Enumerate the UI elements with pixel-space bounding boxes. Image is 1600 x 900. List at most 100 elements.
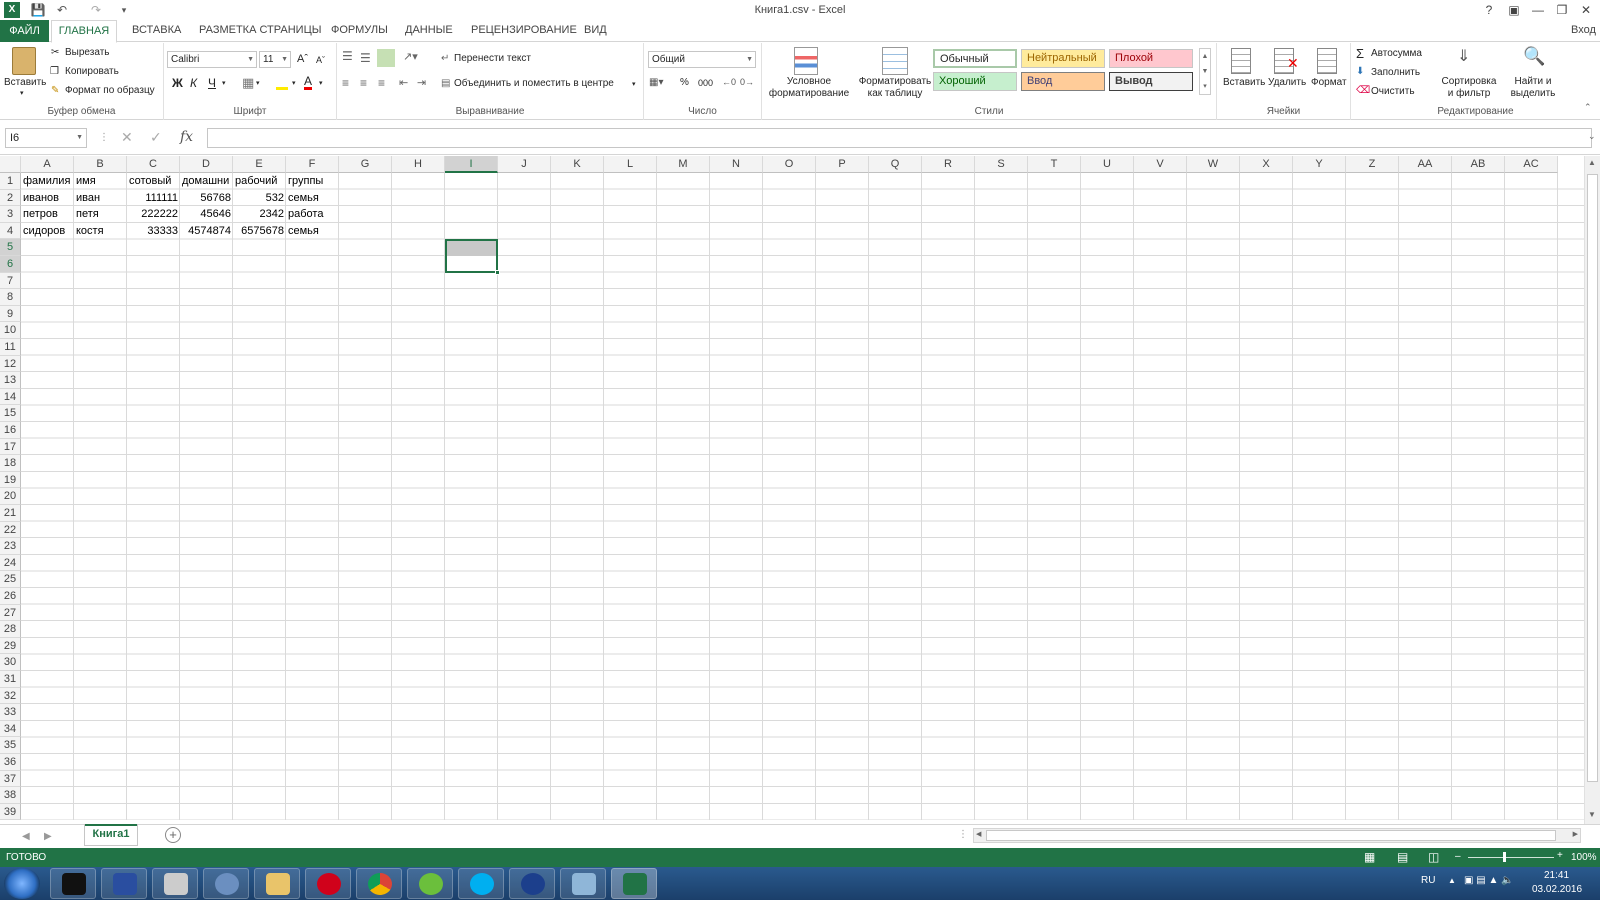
column-header[interactable]: F	[286, 156, 339, 173]
cell-C4[interactable]: 33333	[129, 223, 178, 240]
collapse-ribbon-icon[interactable]: ⌃	[1584, 102, 1592, 113]
row-header[interactable]: 38	[0, 787, 21, 804]
style-good[interactable]: Хороший	[933, 72, 1017, 91]
row-header[interactable]: 27	[0, 604, 21, 622]
cell-F4[interactable]: семья	[288, 223, 337, 240]
cell-B3[interactable]: петя	[76, 206, 125, 223]
merge-center-button[interactable]: Объединить и поместить в центре	[454, 78, 614, 89]
fill-color-icon[interactable]	[276, 78, 288, 90]
column-header[interactable]: Z	[1346, 156, 1399, 173]
format-cells-icon[interactable]	[1317, 48, 1337, 74]
cut-button[interactable]: Вырезать	[65, 47, 109, 58]
cell-F2[interactable]: семья	[288, 190, 337, 207]
row-header[interactable]: 32	[0, 687, 21, 705]
fill-handle[interactable]	[495, 269, 500, 275]
column-header[interactable]: AA	[1399, 156, 1452, 173]
prev-sheet-icon[interactable]: ◀	[22, 831, 30, 842]
start-button[interactable]	[4, 868, 40, 899]
insert-cells-button[interactable]: Вставить	[1223, 77, 1265, 88]
row-header[interactable]: 2	[0, 189, 21, 207]
column-header[interactable]: D	[180, 156, 233, 173]
shrink-font-icon[interactable]: Aˇ	[316, 55, 325, 65]
column-header[interactable]: S	[975, 156, 1028, 173]
taskbar-image-viewer[interactable]	[560, 868, 606, 899]
row-header[interactable]: 23	[0, 538, 21, 555]
cell-C1[interactable]: сотовый	[129, 173, 178, 190]
column-header[interactable]: C	[127, 156, 180, 173]
tab-file[interactable]: ФАЙЛ	[0, 20, 49, 42]
column-header[interactable]: J	[498, 156, 551, 173]
row-header[interactable]: 17	[0, 438, 21, 456]
font-name-combo[interactable]: Calibri ▼	[167, 51, 257, 68]
row-header[interactable]: 33	[0, 704, 21, 721]
tab-home[interactable]: ГЛАВНАЯ	[51, 20, 117, 43]
row-header[interactable]: 3	[0, 206, 21, 223]
cell-F1[interactable]: группы	[288, 173, 337, 190]
show-hidden-icons-icon[interactable]: ▲	[1448, 876, 1456, 885]
orientation-icon[interactable]: ↗▾	[403, 50, 418, 63]
fill-icon[interactable]: ⬇	[1356, 66, 1364, 77]
formula-input[interactable]	[207, 128, 1592, 148]
cell-B1[interactable]: имя	[76, 173, 125, 190]
row-header[interactable]: 20	[0, 488, 21, 505]
taskbar-calculator[interactable]	[152, 868, 198, 899]
cell-D2[interactable]: 56768	[182, 190, 231, 207]
cell-C2[interactable]: 111111	[129, 190, 178, 207]
column-header[interactable]: Q	[869, 156, 922, 173]
row-header[interactable]: 10	[0, 322, 21, 339]
italic-button[interactable]: К	[190, 76, 197, 90]
sheet-splitter-icon[interactable]: ⋮	[958, 829, 968, 840]
column-header[interactable]: L	[604, 156, 657, 173]
column-header[interactable]: O	[763, 156, 816, 173]
taskbar-utorrent[interactable]	[407, 868, 453, 899]
cell-E1[interactable]: рабочий	[235, 173, 284, 190]
styles-gallery-scroll[interactable]: ▲ ▼ ▾	[1199, 48, 1211, 95]
row-header[interactable]: 30	[0, 654, 21, 671]
bold-button[interactable]: Ж	[172, 76, 183, 90]
copy-button[interactable]: Копировать	[65, 66, 119, 77]
cell-A2[interactable]: иванов	[23, 190, 72, 207]
row-header[interactable]: 18	[0, 455, 21, 472]
row-header[interactable]: 8	[0, 289, 21, 306]
close-button[interactable]: ✕	[1575, 2, 1597, 18]
cell-B4[interactable]: костя	[76, 223, 125, 240]
wrap-text-icon[interactable]: ↵	[441, 53, 449, 64]
row-header[interactable]: 7	[0, 272, 21, 290]
cell-E4[interactable]: 6575678	[235, 223, 284, 240]
autosum-button[interactable]: Автосумма	[1371, 48, 1422, 59]
style-bad[interactable]: Плохой	[1109, 49, 1193, 68]
cell-E3[interactable]: 2342	[235, 206, 284, 223]
minimize-button[interactable]: —	[1527, 2, 1549, 18]
name-box[interactable]: I6 ▼	[5, 128, 87, 148]
row-header[interactable]: 36	[0, 754, 21, 771]
row-header[interactable]: 28	[0, 621, 21, 638]
tab-insert[interactable]: ВСТАВКА	[132, 24, 181, 36]
cut-icon[interactable]: ✂	[51, 47, 59, 58]
tab-formulas[interactable]: ФОРМУЛЫ	[331, 24, 388, 36]
horizontal-scrollbar[interactable]: ◀ ▶	[973, 828, 1581, 843]
conditional-formatting-button[interactable]: Условное форматирование	[766, 76, 852, 100]
tab-view[interactable]: ВИД	[584, 24, 607, 36]
find-select-button[interactable]: Найти и выделить	[1503, 76, 1563, 100]
zoom-level[interactable]: 100%	[1571, 852, 1597, 863]
cell-E2[interactable]: 532	[235, 190, 284, 207]
row-header[interactable]: 29	[0, 637, 21, 655]
row-header[interactable]: 25	[0, 571, 21, 588]
sort-filter-icon[interactable]: ⇓	[1457, 46, 1470, 66]
clear-button[interactable]: Очистить	[1371, 86, 1415, 97]
next-sheet-icon[interactable]: ▶	[44, 831, 52, 842]
format-cells-button[interactable]: Формат	[1311, 77, 1347, 88]
row-header[interactable]: 37	[0, 770, 21, 788]
cancel-entry-icon[interactable]: ✕	[121, 129, 133, 146]
column-header[interactable]: U	[1081, 156, 1134, 173]
zoom-slider[interactable]	[1468, 857, 1554, 858]
insert-function-button[interactable]: fx	[180, 129, 193, 145]
help-icon[interactable]: ?	[1478, 2, 1500, 18]
taskbar-skype[interactable]	[458, 868, 504, 899]
number-format-combo[interactable]: Общий ▼	[648, 51, 756, 68]
column-header[interactable]: V	[1134, 156, 1187, 173]
paste-button[interactable]: Вставить	[4, 77, 46, 88]
column-header[interactable]: W	[1187, 156, 1240, 173]
find-select-icon[interactable]: 🔍	[1523, 46, 1545, 67]
cell-D4[interactable]: 4574874	[182, 223, 231, 240]
